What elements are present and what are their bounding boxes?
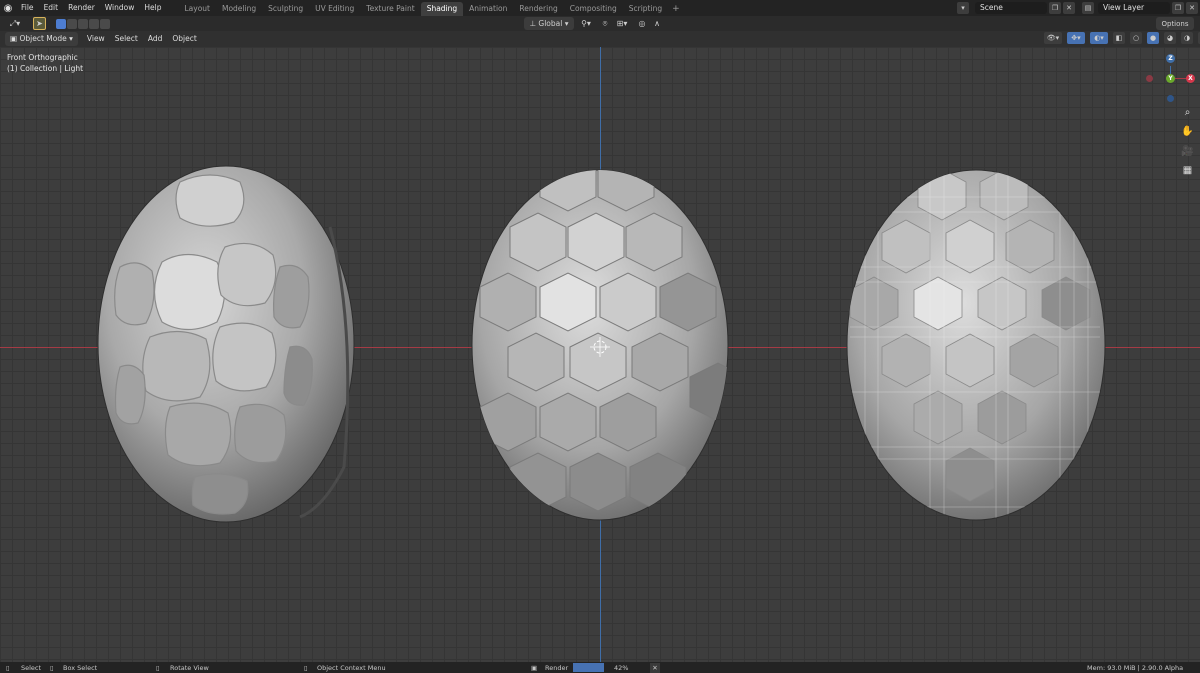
tab-texture-paint[interactable]: Texture Paint <box>360 2 420 16</box>
tool-settings-row: ⤢▾ ➤ ⊥ Global ▾ ⚲▾ ⌾ ⊞▾ ◎ ∧ Options <box>0 16 1200 31</box>
options-dropdown[interactable]: Options <box>1156 17 1194 30</box>
selection-mode-group <box>56 17 110 30</box>
snap-icon[interactable]: ⌾ <box>598 17 612 30</box>
overlays-toggle-icon[interactable]: ◐▾ <box>1090 32 1108 44</box>
transform-orientation-dropdown[interactable]: ⊥ Global ▾ <box>524 17 574 30</box>
gizmo-neg-x-icon[interactable] <box>1146 75 1153 82</box>
middle-egg-mesh[interactable] <box>471 153 746 521</box>
chevron-down-icon: ▾ <box>69 34 73 43</box>
pan-hand-icon[interactable]: ✋ <box>1180 124 1195 139</box>
tab-uv-editing[interactable]: UV Editing <box>309 2 360 16</box>
view-layer-icon[interactable]: ▤ <box>1082 2 1094 14</box>
menu-help[interactable]: Help <box>139 0 166 16</box>
mesh-objects <box>97 153 1106 527</box>
view-layer-selector: ▤ View Layer ❐ ✕ <box>1080 2 1198 14</box>
delete-view-layer-icon[interactable]: ✕ <box>1186 2 1198 14</box>
gizmo-x-icon[interactable]: X <box>1186 74 1195 83</box>
gizmo-y-icon[interactable]: Y <box>1166 74 1175 83</box>
orientation-icon: ⊥ <box>529 19 539 28</box>
tab-modeling[interactable]: Modeling <box>216 2 262 16</box>
top-bar: ◉ File Edit Render Window Help Layout Mo… <box>0 0 1200 16</box>
wireframe-shading-icon[interactable]: ○ <box>1130 32 1142 44</box>
viewport-header: ▣ Object Mode ▾ View Select Add Object 👁… <box>0 31 1200 47</box>
menu-edit[interactable]: Edit <box>39 0 64 16</box>
delete-scene-icon[interactable]: ✕ <box>1063 2 1075 14</box>
gizmo-neg-z-icon[interactable] <box>1167 95 1174 102</box>
select-new-icon[interactable] <box>56 18 66 29</box>
menu-file[interactable]: File <box>16 0 39 16</box>
blender-logo-icon[interactable]: ◉ <box>0 0 16 16</box>
menu-select[interactable]: Select <box>110 32 143 46</box>
viewport-display-controls: 👁▾ ✥▾ ◐▾ ◧ ○ ● ◕ ◑ ▾ <box>1042 32 1200 44</box>
cancel-render-icon[interactable]: ✕ <box>650 663 660 673</box>
render-progress-bar <box>573 663 604 672</box>
gizmo-toggle-icon[interactable]: ✥▾ <box>1067 32 1085 44</box>
tab-compositing[interactable]: Compositing <box>564 2 623 16</box>
left-egg-mesh[interactable] <box>97 165 355 523</box>
tab-layout[interactable]: Layout <box>178 2 216 16</box>
workspace-tabs: Layout Modeling Sculpting UV Editing Tex… <box>178 0 683 16</box>
xray-icon[interactable]: ◧ <box>1113 32 1125 44</box>
tab-scripting[interactable]: Scripting <box>623 2 668 16</box>
select-difference-icon[interactable] <box>89 18 99 29</box>
status-context-menu: Object Context Menu <box>317 664 386 672</box>
tab-animation[interactable]: Animation <box>463 2 513 16</box>
object-mode-label: Object Mode <box>19 34 67 43</box>
mouse-middle-icon: ▯ <box>156 664 160 672</box>
material-shading-icon[interactable]: ◕ <box>1164 32 1176 44</box>
status-rotate-view: Rotate View <box>170 664 209 672</box>
scene-selector: ▾ Scene ❐ ✕ <box>955 2 1075 14</box>
menu-object[interactable]: Object <box>167 32 201 46</box>
zoom-icon[interactable]: ⌕ <box>1180 105 1195 120</box>
status-bar: ▯ Select ▯ Box Select ▯ Rotate View ▯ Ob… <box>0 662 1200 673</box>
orientation-value: Global <box>538 19 563 28</box>
editor-type-icon[interactable]: ⤢▾ <box>6 17 24 30</box>
chevron-down-icon: ▾ <box>562 19 569 28</box>
tab-rendering[interactable]: Rendering <box>513 2 563 16</box>
select-intersect-icon[interactable] <box>100 18 110 29</box>
gizmo-z-icon[interactable]: Z <box>1166 54 1175 63</box>
scene-name-field[interactable]: Scene <box>975 2 1047 14</box>
select-subtract-icon[interactable] <box>78 18 88 29</box>
status-box-select: Box Select <box>63 664 98 672</box>
camera-view-icon[interactable]: 🎥 <box>1180 144 1195 159</box>
mouse-right-icon: ▯ <box>304 664 308 672</box>
status-select: Select <box>21 664 42 672</box>
options-label: Options <box>1161 19 1189 28</box>
proportional-falloff-icon[interactable]: ∧ <box>651 17 663 30</box>
view-layer-name-field[interactable]: View Layer <box>1098 2 1170 14</box>
status-memory: Mem: 93.0 MiB | 2.90.0 Alpha <box>1087 664 1184 672</box>
perspective-toggle-icon[interactable]: ▦ <box>1180 163 1195 178</box>
menu-view[interactable]: View <box>82 32 110 46</box>
tab-shading[interactable]: Shading <box>420 2 464 16</box>
scene-icon[interactable]: ▾ <box>957 2 969 14</box>
mouse-left-icon: ▯ <box>6 664 10 672</box>
rendered-shading-icon[interactable]: ◑ <box>1181 32 1193 44</box>
object-mode-dropdown[interactable]: ▣ Object Mode ▾ <box>5 32 78 46</box>
new-view-layer-icon[interactable]: ❐ <box>1172 2 1184 14</box>
visibility-icon[interactable]: 👁▾ <box>1044 32 1062 44</box>
solid-shading-icon[interactable]: ● <box>1147 32 1159 44</box>
mouse-left-drag-icon: ▯ <box>50 664 54 672</box>
new-scene-icon[interactable]: ❐ <box>1049 2 1061 14</box>
3d-viewport[interactable]: Front Orthographic (1) Collection | Ligh… <box>0 47 1200 662</box>
right-egg-mesh[interactable] <box>846 167 1106 527</box>
tab-sculpting[interactable]: Sculpting <box>262 2 309 16</box>
status-render-label: Render <box>545 664 569 672</box>
menu-add[interactable]: Add <box>143 32 168 46</box>
menu-render[interactable]: Render <box>63 0 100 16</box>
pivot-point-icon[interactable]: ⚲▾ <box>577 17 595 30</box>
select-tool-icon[interactable]: ➤ <box>33 17 46 30</box>
render-icon: ▣ <box>531 664 538 672</box>
menu-window[interactable]: Window <box>100 0 140 16</box>
add-workspace-button[interactable]: + <box>668 2 684 16</box>
select-extend-icon[interactable] <box>67 18 77 29</box>
proportional-edit-icon[interactable]: ◎ <box>636 17 648 30</box>
snap-target-icon[interactable]: ⊞▾ <box>613 17 631 30</box>
render-progress-value: 42% <box>614 664 629 672</box>
